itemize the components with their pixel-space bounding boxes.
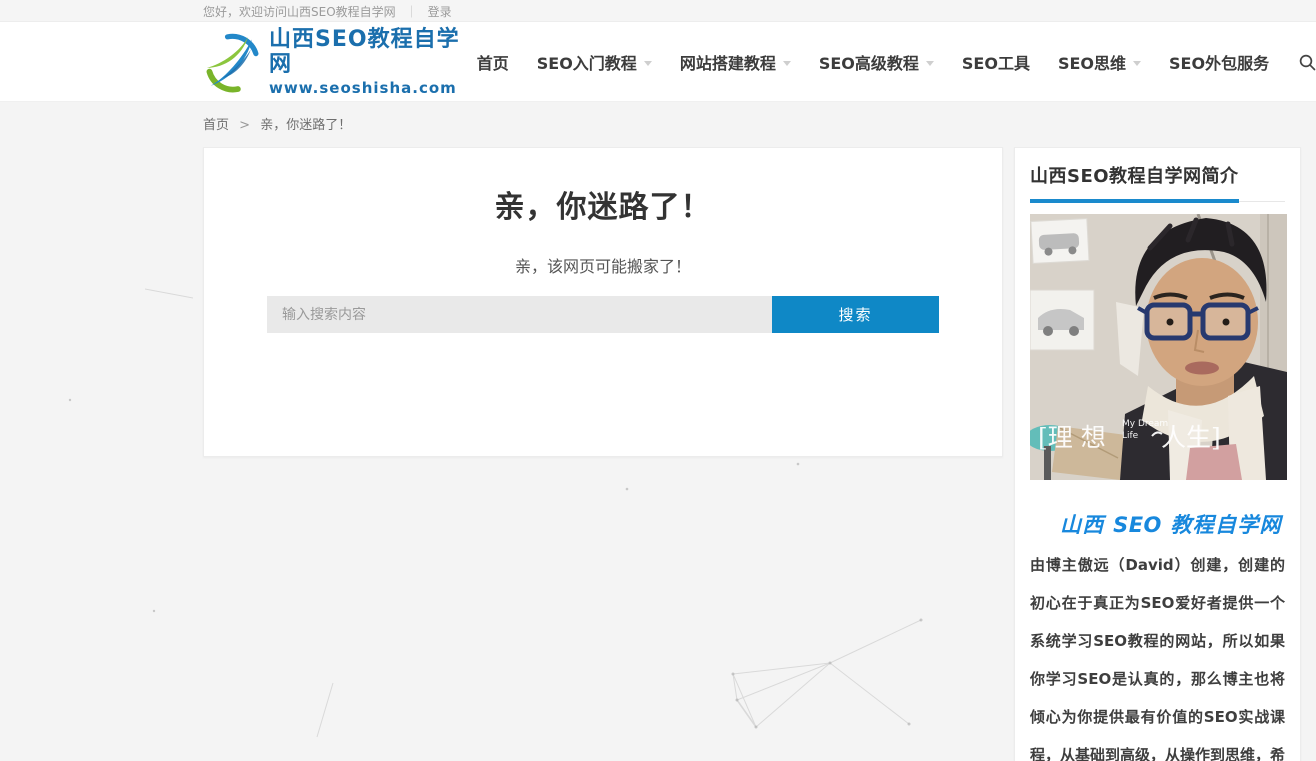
- breadcrumb-separator: >: [239, 118, 250, 133]
- header: 山西SEO教程自学网 www.seoshisha.com 首页 SEO入门教程 …: [0, 22, 1316, 102]
- header-search-button[interactable]: [1283, 22, 1316, 102]
- widget-title-text: 山西SEO教程自学网简介: [1030, 162, 1239, 203]
- logo-text: 山西SEO教程自学网 www.seoshisha.com: [269, 27, 463, 97]
- sidebar-widget-title: 山西SEO教程自学网简介: [1030, 148, 1285, 202]
- content: 亲，你迷路了！ 亲，该网页可能搬家了！ 搜索 山西SEO教程自学网简介: [203, 147, 1301, 761]
- site-intro-highlight: 山西 SEO 教程自学网: [1060, 513, 1281, 537]
- welcome-text: 您好，欢迎访问山西SEO教程自学网: [203, 3, 396, 20]
- breadcrumb-current: 亲，你迷路了！: [260, 118, 351, 133]
- search-icon: [1299, 54, 1316, 71]
- main-nav: 首页 SEO入门教程 网站搭建教程 SEO高级教程 SEO工具: [463, 22, 1316, 102]
- chevron-down-icon: [926, 61, 934, 66]
- breadcrumb: 首页 > 亲，你迷路了！: [203, 102, 1301, 133]
- logo-url: www.seoshisha.com: [269, 80, 463, 97]
- nav-label: SEO外包服务: [1169, 50, 1269, 74]
- site-intro-text: 山西 SEO 教程自学网由博主傲远（David）创建，创建的初心在于真正为SEO…: [1030, 506, 1285, 761]
- nav-item-seo-tools[interactable]: SEO工具: [948, 22, 1044, 102]
- search-submit-button[interactable]: 搜索: [772, 296, 939, 333]
- photo-caption-left: [理 想: [1038, 423, 1106, 452]
- nav-item-seo-beginner[interactable]: SEO入门教程: [523, 22, 666, 102]
- nav-label: 网站搭建教程: [680, 50, 776, 74]
- nav-label: 首页: [477, 50, 509, 74]
- nav-item-seo-advanced[interactable]: SEO高级教程: [805, 22, 948, 102]
- logo-title: 山西SEO教程自学网: [269, 27, 463, 78]
- topbar: 您好，欢迎访问山西SEO教程自学网 ｜ 登录: [0, 0, 1316, 22]
- nav-item-home[interactable]: 首页: [463, 22, 523, 102]
- page-title: 亲，你迷路了！: [204, 182, 1002, 226]
- blogger-photo: [理 想 My Dream Life 人生]: [1030, 214, 1287, 480]
- nav-item-seo-outsourcing[interactable]: SEO外包服务: [1155, 22, 1283, 102]
- search-input[interactable]: [267, 296, 772, 333]
- page: 您好，欢迎访问山西SEO教程自学网 ｜ 登录 山西SEO教程自学网 www.se…: [0, 0, 1316, 761]
- nav-item-seo-thinking[interactable]: SEO思维: [1044, 22, 1155, 102]
- chevron-down-icon: [783, 61, 791, 66]
- breadcrumb-home-link[interactable]: 首页: [203, 118, 229, 133]
- swirl-logo-icon: [203, 30, 261, 94]
- site-logo[interactable]: 山西SEO教程自学网 www.seoshisha.com: [203, 27, 463, 97]
- chevron-down-icon: [1133, 61, 1141, 66]
- login-link[interactable]: 登录: [428, 3, 452, 20]
- sidebar: 山西SEO教程自学网简介: [1014, 147, 1301, 761]
- site-intro-body: 由博主傲远（David）创建，创建的初心在于真正为SEO爱好者提供一个系统学习S…: [1030, 556, 1285, 761]
- nav-item-site-building[interactable]: 网站搭建教程: [666, 22, 805, 102]
- page-subtitle: 亲，该网页可能搬家了！: [204, 253, 1002, 277]
- search-form: 搜索: [267, 296, 939, 333]
- topbar-divider: ｜: [406, 3, 418, 20]
- nav-label: SEO入门教程: [537, 50, 637, 74]
- nav-label: SEO工具: [962, 50, 1030, 74]
- not-found-card: 亲，你迷路了！ 亲，该网页可能搬家了！ 搜索: [203, 147, 1003, 457]
- nav-label: SEO高级教程: [819, 50, 919, 74]
- photo-caption-right: 人生]: [1161, 423, 1221, 452]
- chevron-down-icon: [644, 61, 652, 66]
- photo-caption-small2: Life: [1122, 431, 1139, 441]
- nav-label: SEO思维: [1058, 50, 1126, 74]
